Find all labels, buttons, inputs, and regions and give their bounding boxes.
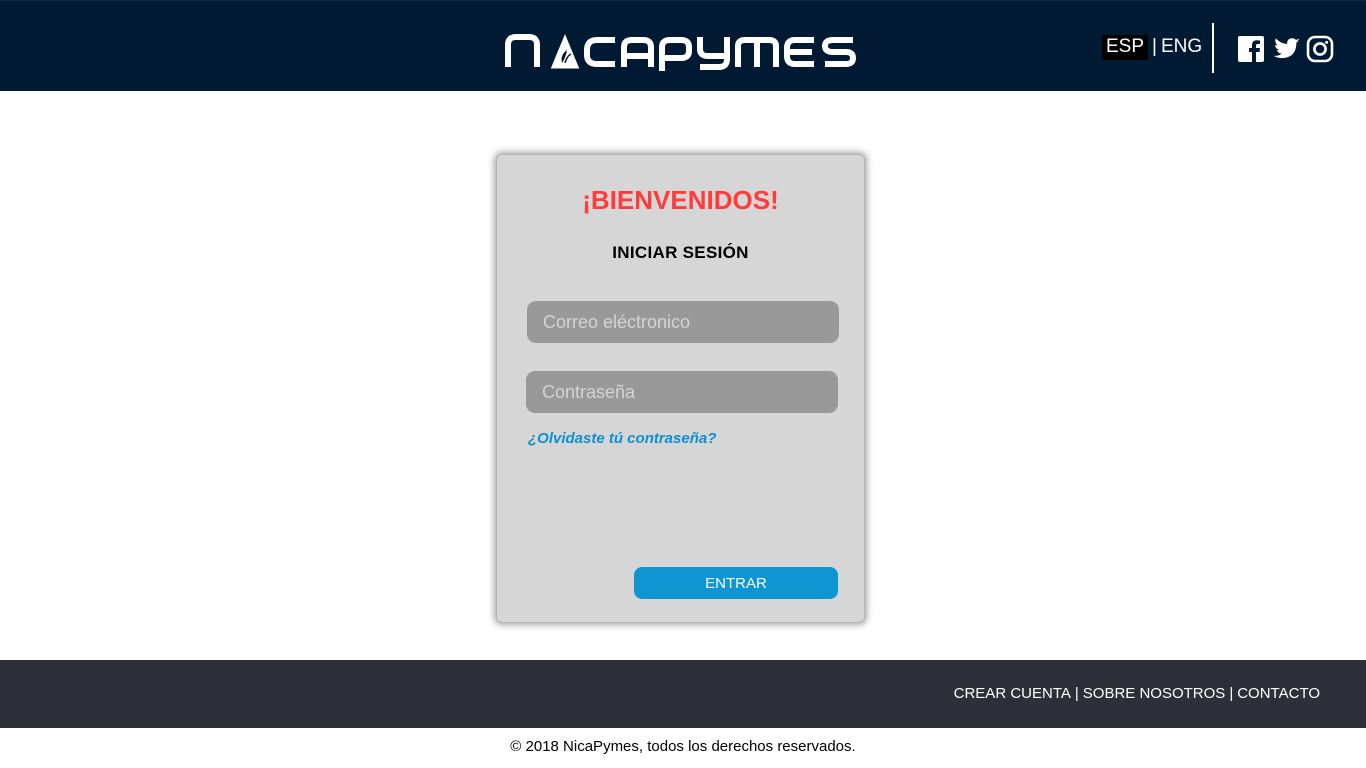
header-divider xyxy=(1212,23,1214,73)
login-submit-button[interactable]: ENTRAR xyxy=(634,567,838,599)
email-field[interactable] xyxy=(527,301,839,343)
instagram-icon[interactable] xyxy=(1306,35,1334,63)
create-account-link[interactable]: CREAR CUENTA xyxy=(954,685,1071,702)
language-selector: ESP | ENG xyxy=(1102,34,1202,60)
facebook-icon[interactable] xyxy=(1237,35,1265,63)
footer-bar: CREAR CUENTA | SOBRE NOSOTROS | CONTACTO xyxy=(0,660,1366,728)
login-subtitle: INICIAR SESIÓN xyxy=(612,243,749,262)
contact-link[interactable]: CONTACTO xyxy=(1237,685,1320,702)
lang-eng-option[interactable]: ENG xyxy=(1161,36,1202,58)
login-card: ¡BIENVENIDOS! INICIAR SESIÓN ¿Olvidaste … xyxy=(496,154,865,623)
lang-separator: | xyxy=(1152,36,1157,57)
copyright-text: © 2018 NicaPymes, todos los derechos res… xyxy=(510,738,856,755)
password-field[interactable] xyxy=(526,371,838,413)
nicapymes-logo[interactable] xyxy=(503,29,858,71)
footer-links: CREAR CUENTA | SOBRE NOSOTROS | CONTACTO xyxy=(954,685,1320,702)
top-header: ESP | ENG xyxy=(0,0,1366,91)
welcome-heading: ¡BIENVENIDOS! xyxy=(582,185,779,215)
lang-esp-option[interactable]: ESP xyxy=(1102,34,1149,60)
footer-separator: | xyxy=(1074,685,1079,702)
forgot-password-link[interactable]: ¿Olvidaste tú contraseña? xyxy=(528,430,716,447)
about-us-link[interactable]: SOBRE NOSOTROS xyxy=(1083,685,1226,702)
footer-separator: | xyxy=(1229,685,1234,702)
twitter-icon[interactable] xyxy=(1271,35,1300,63)
